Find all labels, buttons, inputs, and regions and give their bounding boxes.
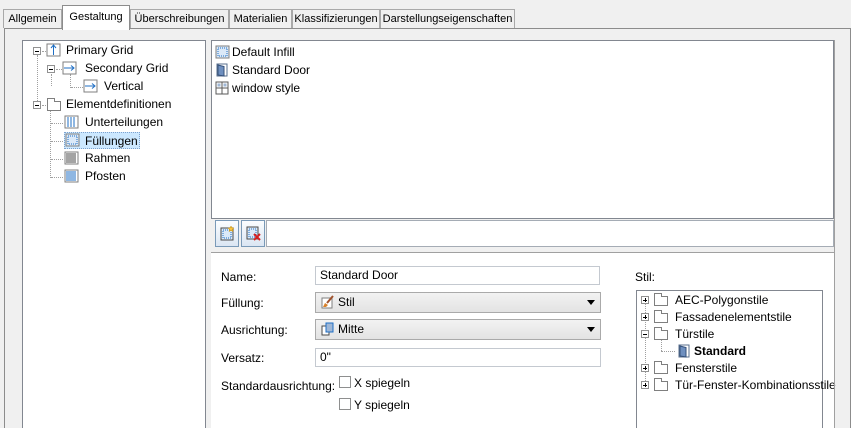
style-tree[interactable]: AEC-Polygonstile Fassadenelementstile Tü… <box>636 290 836 428</box>
style-label: Stil: <box>635 270 656 284</box>
tree-connector <box>661 351 675 352</box>
element-tree[interactable]: Primary Grid Secondary Grid Vertical Ele… <box>22 40 206 428</box>
style-tree-item-aec-polygon[interactable]: AEC-Polygonstile <box>675 292 768 309</box>
tree-item-label: Füllungen <box>85 134 138 148</box>
tab-darstellungseigenschaften[interactable]: Darstellungseigenschaften <box>380 9 515 28</box>
orientation-value: Mitte <box>338 322 365 336</box>
expand-icon[interactable] <box>641 364 649 372</box>
grid-icon <box>46 43 61 57</box>
tree-item-label: Elementdefinitionen <box>66 97 172 111</box>
infill-icon <box>215 45 230 59</box>
infill-icon <box>65 133 80 147</box>
tree-item-label: Secondary Grid <box>85 61 169 75</box>
mirror-y-checkbox[interactable] <box>339 398 351 410</box>
chevron-down-icon <box>587 327 595 332</box>
fill-label: Füllung: <box>221 296 264 310</box>
mirror-x-checkbox[interactable] <box>339 376 351 388</box>
tab-bar: Allgemein Gestaltung Überschreibungen Ma… <box>0 0 851 30</box>
toolbar-field <box>266 220 834 247</box>
delete-infill-button[interactable] <box>241 220 265 247</box>
tree-item-label: Rahmen <box>85 151 131 165</box>
tab-gestaltung[interactable]: Gestaltung <box>62 5 130 30</box>
collapse-icon[interactable] <box>641 330 649 338</box>
list-toolbar <box>211 219 834 251</box>
expand-icon[interactable] <box>641 296 649 304</box>
style-tree-item-fassade[interactable]: Fassadenelementstile <box>675 309 792 326</box>
new-infill-button[interactable] <box>215 220 239 247</box>
offset-input[interactable]: 0" <box>315 348 601 367</box>
division-icon <box>64 115 79 129</box>
tab-allgemein[interactable]: Allgemein <box>3 9 62 28</box>
tree-connector <box>71 87 83 88</box>
mirror-x-label[interactable]: X spiegeln <box>354 376 410 390</box>
folder-icon <box>654 378 668 391</box>
name-label: Name: <box>221 270 257 284</box>
tree-connector <box>51 159 63 160</box>
folder-icon <box>47 98 61 111</box>
style-tree-item-standard[interactable]: Standard <box>694 343 746 360</box>
expand-icon[interactable] <box>641 313 649 321</box>
folder-icon <box>654 293 668 306</box>
collapse-icon[interactable] <box>33 47 41 55</box>
orientation-label: Ausrichtung: <box>221 323 288 337</box>
tree-item-label: Vertical <box>104 79 144 93</box>
grid-icon <box>62 61 77 75</box>
delete-infill-icon <box>246 226 261 241</box>
properties-panel: Name: Standard Door Füllung: Stil Ausric… <box>211 255 632 428</box>
infill-style-list[interactable]: Default Infill Standard Door window styl… <box>211 40 834 219</box>
door-icon <box>678 344 690 358</box>
fill-value: Stil <box>338 295 355 309</box>
paintbrush-icon <box>321 295 334 309</box>
style-tree-item-tuerstile[interactable]: Türstile <box>675 326 714 343</box>
list-item-label: Standard Door <box>232 63 311 77</box>
standard-orientation-label: Standardausrichtung: <box>221 379 336 393</box>
frame-icon <box>64 151 79 165</box>
new-infill-icon <box>220 226 235 241</box>
expand-icon[interactable] <box>641 381 649 389</box>
tree-connector <box>51 177 63 178</box>
collapse-icon[interactable] <box>47 65 55 73</box>
tree-item-label: Unterteilungen <box>85 115 164 129</box>
mirror-y-label[interactable]: Y spiegeln <box>354 398 410 412</box>
align-center-icon <box>321 322 334 336</box>
list-item-label: window style <box>232 81 301 95</box>
folder-icon <box>654 361 668 374</box>
tree-connector <box>51 141 63 142</box>
offset-label: Versatz: <box>221 351 265 365</box>
folder-icon <box>654 310 668 323</box>
name-input[interactable]: Standard Door <box>315 266 600 285</box>
grid-icon <box>83 79 98 93</box>
panel-border <box>834 40 835 428</box>
tree-item-label: Primary Grid <box>66 43 134 57</box>
orientation-select[interactable]: Mitte <box>315 319 601 340</box>
tab-ueberschreibungen[interactable]: Überschreibungen <box>130 9 229 28</box>
folder-icon <box>654 327 668 340</box>
style-tree-item-tuer-fenster[interactable]: Tür-Fenster-Kombinationsstile <box>675 377 836 394</box>
window-icon <box>215 81 229 95</box>
tree-connector <box>70 74 71 88</box>
mullion-icon <box>64 169 79 183</box>
tree-item-label: Pfosten <box>85 169 126 183</box>
tree-connector <box>51 74 52 86</box>
chevron-down-icon <box>587 300 595 305</box>
door-icon <box>216 63 228 77</box>
collapse-icon[interactable] <box>33 101 41 109</box>
tab-klassifizierungen[interactable]: Klassifizierungen <box>292 9 380 28</box>
list-item-label: Default Infill <box>232 45 295 59</box>
tree-connector <box>50 111 51 178</box>
style-tree-item-fenster[interactable]: Fensterstile <box>675 360 737 377</box>
tree-connector <box>51 123 63 124</box>
tab-materialien[interactable]: Materialien <box>229 9 292 28</box>
tree-item-fuellungen[interactable]: Füllungen <box>64 132 140 149</box>
fill-select[interactable]: Stil <box>315 292 601 313</box>
